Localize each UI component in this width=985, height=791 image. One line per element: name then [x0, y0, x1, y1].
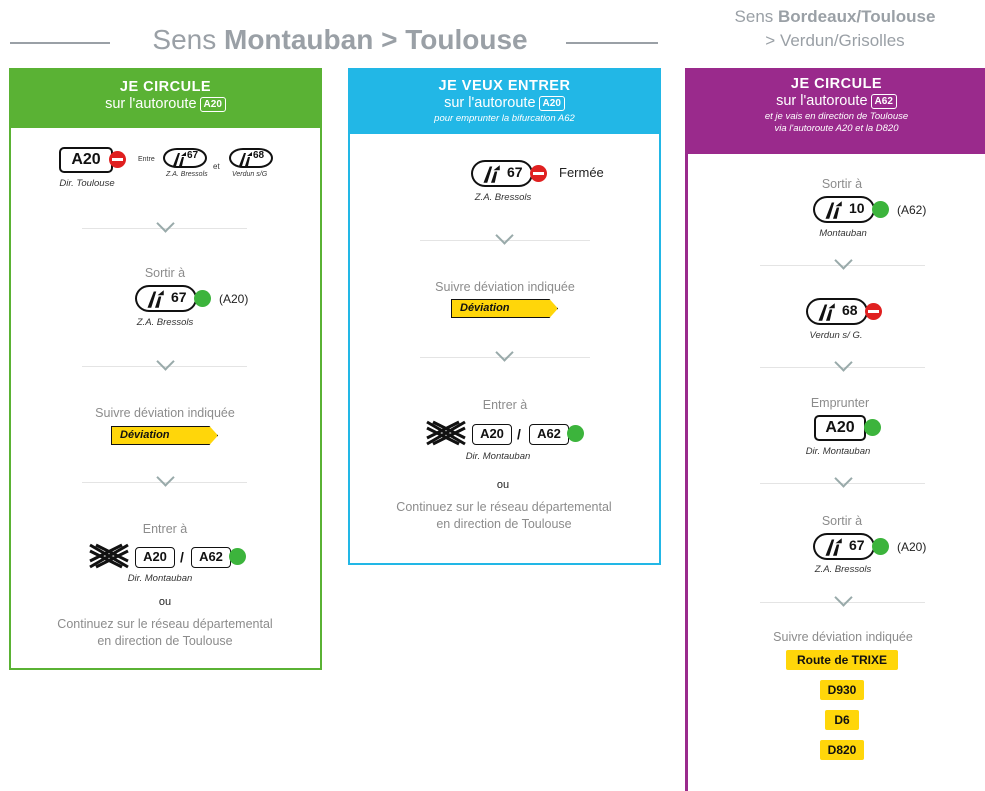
column-header-green: JE CIRCULE sur l'autoroute A20 — [11, 70, 320, 128]
interchange-icon — [426, 420, 466, 446]
exit-ramp-icon — [825, 538, 842, 556]
step-label: Sortir à — [821, 514, 863, 528]
column-header-purple: JE CIRCULE sur l'autoroute A62 et je vais… — [688, 68, 985, 154]
no-entry-icon — [865, 303, 882, 320]
direction-caption: Dir. Montauban — [465, 451, 531, 462]
exit-ramp-icon — [818, 303, 835, 321]
header-direction-right: Sens Bordeaux/Toulouse > Verdun/Grisolle… — [734, 7, 936, 50]
road-plate-a62: A62 — [191, 547, 231, 568]
exit-67-sign: 67 — [813, 533, 875, 560]
interchange-icon — [89, 543, 129, 569]
header-direction-main-bold: Montauban > Toulouse — [224, 24, 528, 55]
and-label: et — [213, 162, 220, 171]
column-header-blue: JE VEUX ENTRER sur l'autoroute A20 pour e… — [350, 70, 659, 134]
between-label: Entre — [138, 156, 155, 163]
no-entry-icon — [109, 151, 126, 168]
route-label-trixe: Route de TRIXE — [786, 650, 898, 670]
exit-67-sign: 67 — [135, 285, 197, 312]
exit-caption: Z.A. Bressols — [474, 192, 532, 203]
exit-caption: Montauban — [819, 228, 867, 239]
or-label: ou — [496, 479, 510, 491]
road-plate-a20: A20 — [59, 147, 113, 173]
road-plate-a20: A20 — [135, 547, 175, 568]
exit-caption: Verdun s/ G. — [809, 330, 863, 341]
header-rule-left — [10, 42, 110, 44]
open-status-icon — [872, 538, 889, 555]
exit-ramp-icon — [825, 201, 842, 219]
or-label: ou — [158, 596, 172, 608]
direction-caption: Dir. Montauban — [127, 573, 193, 584]
exit-caption: Z.A. Bressols — [166, 171, 208, 178]
step-label: Entrer à — [142, 522, 188, 536]
road-plate-mini: A20 — [538, 96, 565, 111]
direction-caption: Dir. Toulouse — [59, 178, 115, 189]
open-status-icon — [194, 290, 211, 307]
exit-caption: Verdun s/G — [232, 171, 268, 178]
status-closed-text: Fermée — [559, 165, 604, 180]
step-label: Suivre déviation indiquée — [435, 280, 575, 294]
exit-ramp-icon — [483, 165, 500, 183]
open-status-icon — [864, 419, 881, 436]
open-status-icon — [229, 548, 246, 565]
exit-caption: Z.A. Bressols — [136, 317, 194, 328]
alternative-text-line2: en direction de Toulouse — [436, 517, 572, 531]
road-ref: (A20) — [219, 292, 249, 306]
step-label: Entrer à — [482, 398, 528, 412]
route-label-d820: D820 — [820, 740, 864, 760]
no-entry-icon — [530, 165, 547, 182]
header-rule-right — [566, 42, 658, 44]
alternative-text-line1: Continuez sur le réseau départemental — [396, 500, 612, 514]
alternative-text-line2: en direction de Toulouse — [97, 634, 233, 648]
exit-68-sign: 68 — [806, 298, 868, 325]
road-plate-a20: A20 — [472, 424, 512, 445]
detour-sign: Déviation — [451, 299, 558, 318]
route-label-d6: D6 — [825, 710, 859, 730]
exit-ramp-icon — [173, 152, 186, 166]
step-label: Emprunter — [810, 396, 870, 410]
road-ref: (A62) — [897, 203, 927, 217]
exit-ramp-icon — [147, 290, 164, 308]
step-label: Suivre déviation indiquée — [95, 406, 235, 420]
road-plate-a20: A20 — [814, 415, 866, 441]
separator-slash: / — [180, 549, 184, 565]
exit-caption: Z.A. Bressols — [814, 564, 872, 575]
exit-10-sign: 10 — [813, 196, 875, 223]
step-label: Sortir à — [144, 266, 186, 280]
road-plate-mini: A20 — [199, 97, 226, 112]
step-label: Suivre déviation indiquée — [773, 630, 913, 644]
route-label-d930: D930 — [820, 680, 864, 700]
open-status-icon — [872, 201, 889, 218]
road-plate-a62: A62 — [529, 424, 569, 445]
detour-sign: Déviation — [111, 426, 218, 445]
exit-67-sign: 67 — [163, 148, 207, 168]
step-label: Sortir à — [821, 177, 863, 191]
alternative-text-line1: Continuez sur le réseau départemental — [57, 617, 273, 631]
exit-67-sign: 67 — [471, 160, 533, 187]
road-ref: (A20) — [897, 540, 927, 554]
road-plate-mini: A62 — [870, 94, 897, 109]
exit-68-sign: 68 — [229, 148, 273, 168]
exit-ramp-icon — [239, 152, 252, 166]
open-status-icon — [567, 425, 584, 442]
separator-slash: / — [517, 426, 521, 442]
direction-caption: Dir. Montauban — [805, 446, 871, 457]
header-direction-main: Sens Montauban > Toulouse — [152, 24, 528, 55]
